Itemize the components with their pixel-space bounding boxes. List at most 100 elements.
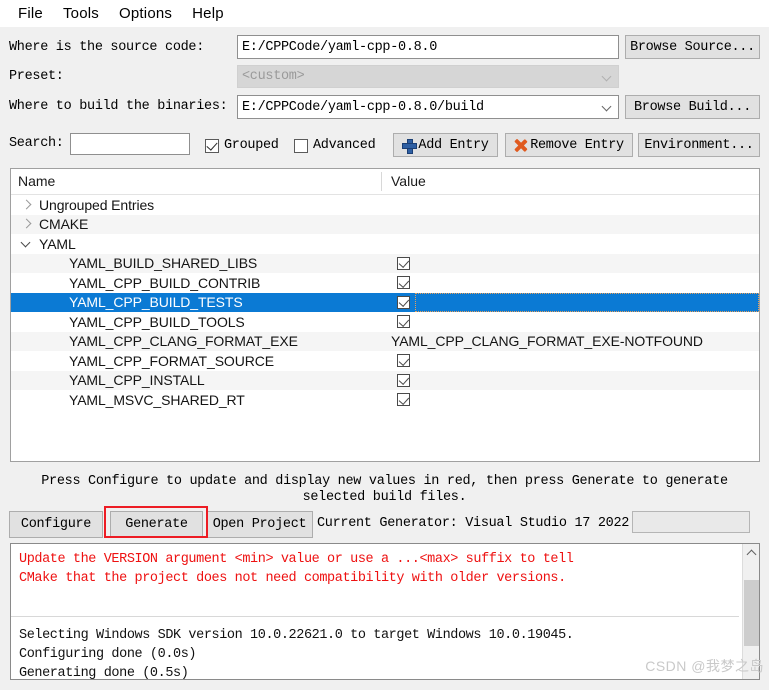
chevron-down-icon[interactable] [19,236,35,252]
entry-value[interactable] [388,312,410,332]
checkbox-icon[interactable] [397,393,410,407]
table-row[interactable]: YAML_CPP_INSTALL [11,370,759,391]
chevron-down-icon [603,72,612,81]
menu-bar: File Tools Options Help [0,0,769,27]
add-entry-button[interactable]: Add Entry [393,133,498,157]
entry-value-text: YAML_CPP_CLANG_FORMAT_EXE-NOTFOUND [391,333,703,350]
checkbox-icon[interactable] [397,256,410,270]
entry-name: YAML_CPP_INSTALL [69,372,205,389]
configure-button[interactable]: Configure [9,511,103,538]
hint-text: Press Configure to update and display ne… [0,474,769,506]
menu-item-file[interactable]: File [8,3,53,25]
menu-item-tools[interactable]: Tools [53,3,109,25]
remove-entry-button[interactable]: Remove Entry [505,133,633,157]
plus-icon [402,138,418,154]
menu-item-options[interactable]: Options [109,3,182,25]
entry-name: YAML_CPP_BUILD_CONTRIB [69,274,261,291]
remove-entry-label: Remove Entry [530,137,624,153]
entry-name: Ungrouped Entries [39,196,155,213]
entry-name: YAML_MSVC_SHARED_RT [69,391,245,408]
checkbox-icon[interactable] [397,373,410,387]
open-project-button[interactable]: Open Project [206,511,313,538]
table-row[interactable]: YAML_CPP_BUILD_CONTRIB [11,273,759,293]
entry-value[interactable] [388,273,410,293]
path-form: Where is the source code: E:/CPPCode/yam… [0,27,769,122]
chevron-down-icon [603,102,612,111]
table-header: Name Value [11,169,759,195]
entry-value[interactable] [388,254,410,274]
search-label: Search: [9,136,64,151]
preset-value: <custom> [242,69,305,84]
generate-button[interactable]: Generate [110,511,203,538]
grouped-label: Grouped [224,138,279,153]
entry-value[interactable] [388,351,410,371]
table-row[interactable]: Ungrouped Entries [11,195,759,215]
entry-name: YAML [39,235,76,252]
entry-name: CMAKE [39,216,89,233]
cmake-gui-window: File Tools Options Help Where is the sou… [0,0,769,690]
log-divider [11,616,739,617]
entry-value[interactable] [388,371,410,391]
focus-indicator [415,292,759,312]
add-entry-label: Add Entry [418,137,489,153]
preset-combobox[interactable]: <custom> [237,65,619,88]
log-line: Configuring done (0.0s) [19,647,197,662]
entry-name: YAML_CPP_BUILD_TESTS [69,294,243,311]
browse-source-button[interactable]: Browse Source... [625,35,760,59]
entry-name: YAML_BUILD_SHARED_LIBS [69,255,258,272]
menu-item-help[interactable]: Help [182,3,234,25]
scrollbar-thumb[interactable] [744,580,759,646]
column-header-value[interactable]: Value [391,173,426,189]
checkbox-icon[interactable] [397,354,410,368]
scroll-up-arrow-icon[interactable] [743,544,759,561]
csdn-watermark: CSDN @我梦之岛 [645,658,764,674]
build-binaries-label: Where to build the binaries: [9,99,228,114]
log-line: Generating done (0.5s) [19,666,189,680]
advanced-label: Advanced [313,138,376,153]
progress-bar [632,511,750,533]
search-input[interactable] [70,133,190,155]
checkbox-icon [205,138,219,153]
log-line: Update the VERSION argument <min> value … [19,552,574,567]
entry-value[interactable] [388,390,410,410]
browse-build-button[interactable]: Browse Build... [625,95,760,119]
checkbox-icon[interactable] [397,315,410,329]
entry-name: YAML_CPP_CLANG_FORMAT_EXE [69,333,298,350]
table-row[interactable]: YAML_CPP_CLANG_FORMAT_EXE YAML_CPP_CLANG_… [11,331,759,352]
table-row[interactable]: CMAKE [11,214,759,234]
environment-button[interactable]: Environment... [638,133,760,157]
log-text: Update the VERSION argument <min> value … [19,550,729,680]
close-x-icon [514,139,527,152]
source-code-input[interactable]: E:/CPPCode/yaml-cpp-0.8.0 [237,35,619,59]
hint-line-2: selected build files. [302,490,467,505]
build-path-value: E:/CPPCode/yaml-cpp-0.8.0/build [242,99,484,115]
chevron-right-icon[interactable] [19,216,35,232]
preset-label: Preset: [9,69,64,84]
grouped-checkbox[interactable]: Grouped [205,138,279,153]
log-line: Selecting Windows SDK version 10.0.22621… [19,628,574,643]
table-row[interactable]: YAML_CPP_FORMAT_SOURCE [11,351,759,371]
entry-value[interactable] [388,293,410,313]
build-path-combobox[interactable]: E:/CPPCode/yaml-cpp-0.8.0/build [237,95,619,119]
advanced-checkbox[interactable]: Advanced [294,138,376,153]
entry-name: YAML_CPP_BUILD_TOOLS [69,313,245,330]
chevron-right-icon[interactable] [19,197,35,213]
table-row[interactable]: YAML [11,234,759,254]
table-row[interactable]: YAML_CPP_BUILD_TESTS [11,292,759,313]
column-divider [381,172,382,191]
checkbox-icon[interactable] [397,276,410,290]
entry-value[interactable]: YAML_CPP_CLANG_FORMAT_EXE-NOTFOUND [388,332,703,352]
checkbox-icon [294,138,308,153]
table-row[interactable]: YAML_MSVC_SHARED_RT [11,390,759,410]
column-header-name[interactable]: Name [18,173,55,189]
checkbox-icon[interactable] [397,295,410,309]
source-code-label: Where is the source code: [9,40,205,55]
entry-name: YAML_CPP_FORMAT_SOURCE [69,352,274,369]
table-row[interactable]: YAML_BUILD_SHARED_LIBS [11,253,759,274]
cache-entries-table[interactable]: Name Value Ungrouped Entries CMAKE YAML YAM… [10,168,760,462]
log-line: CMake that the project does not need com… [19,571,566,586]
hint-line-1: Press Configure to update and display ne… [41,474,728,489]
table-body: Ungrouped Entries CMAKE YAML YAML_BUILD_SHA… [11,195,759,410]
table-row[interactable]: YAML_CPP_BUILD_TOOLS [11,312,759,332]
